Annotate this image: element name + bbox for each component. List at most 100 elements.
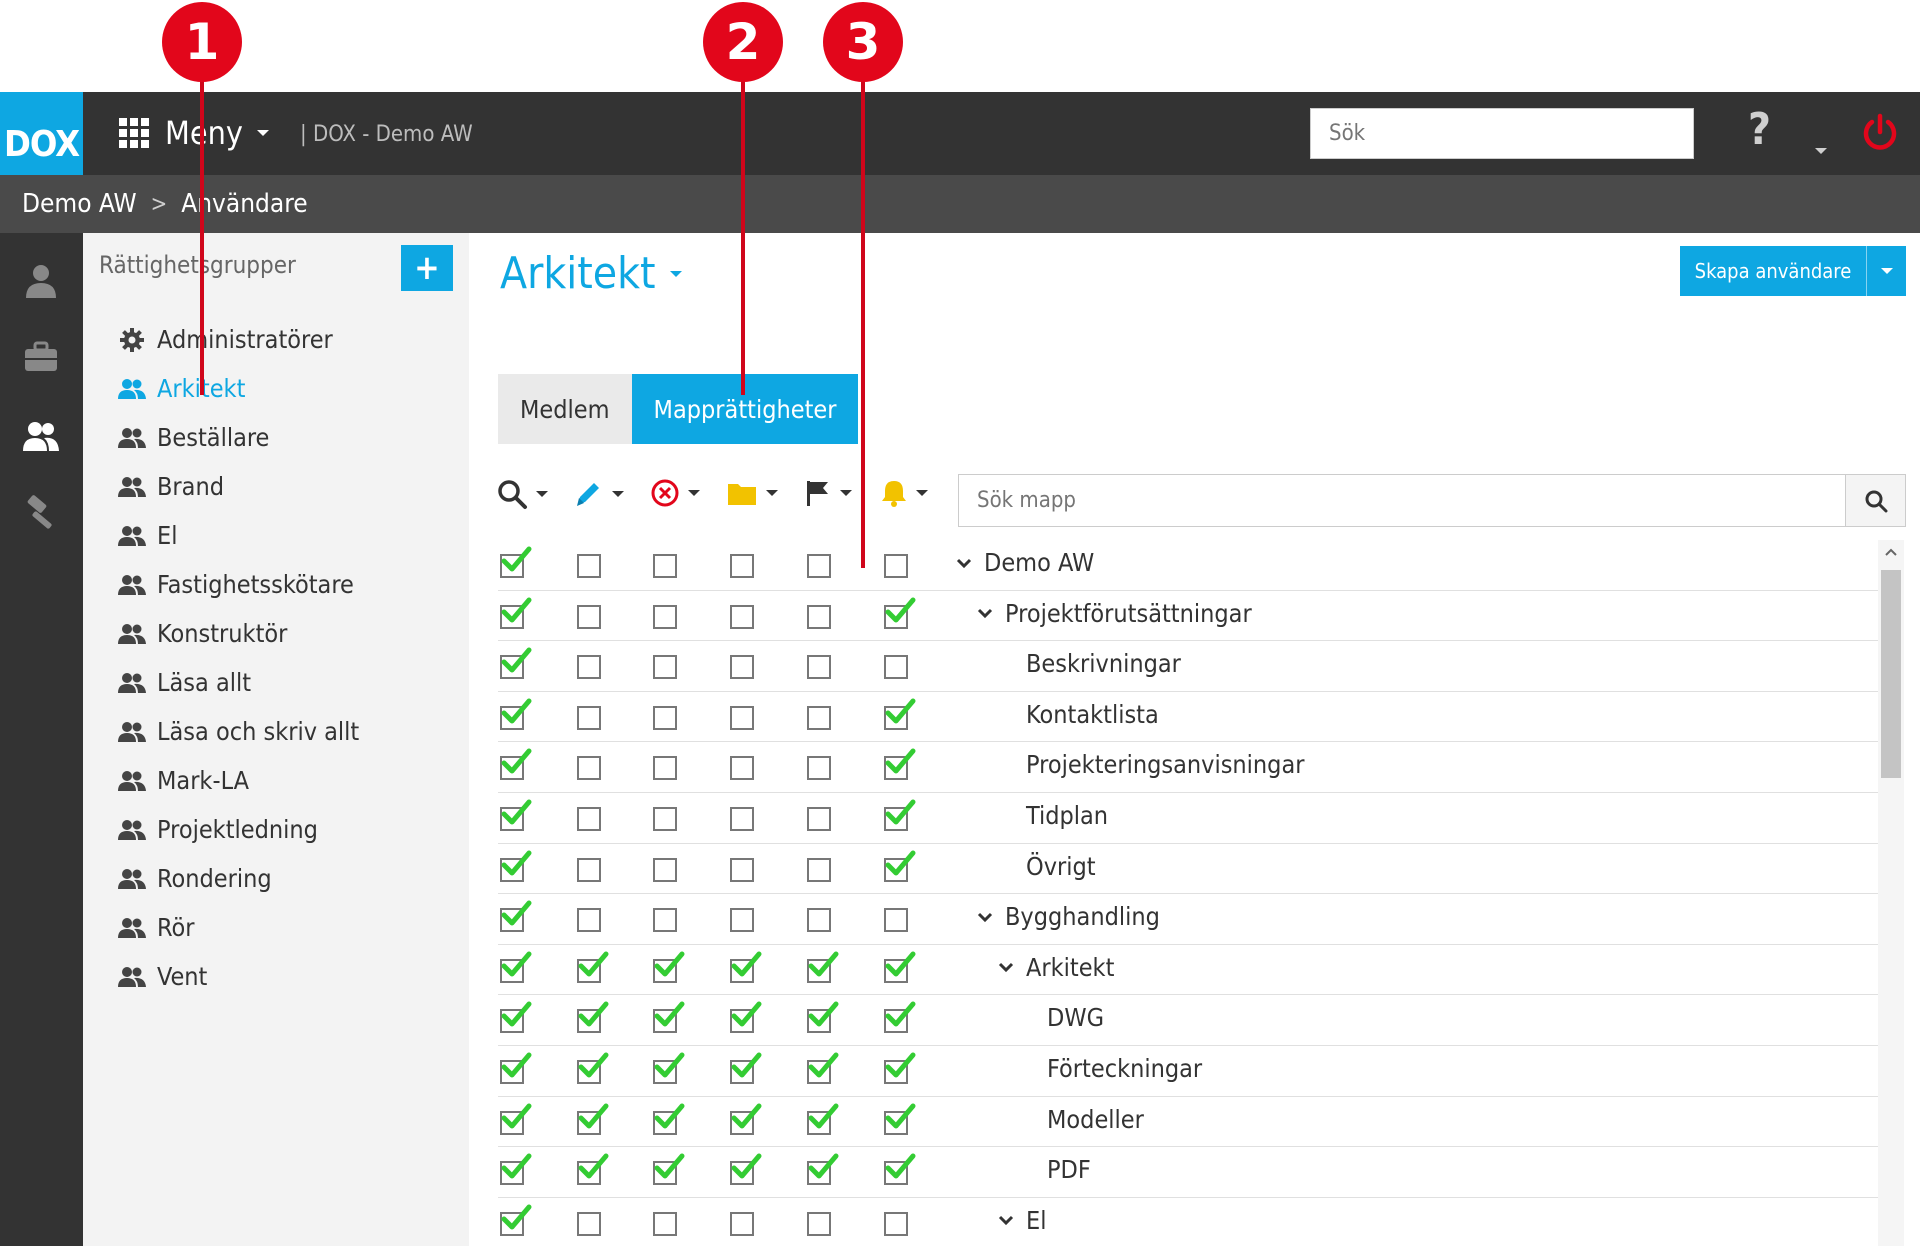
permission-checkbox-delete[interactable]	[653, 806, 677, 831]
group-item[interactable]: Läsa allt	[117, 658, 359, 707]
permission-checkbox-read[interactable]	[500, 850, 532, 882]
permission-checkbox-folder[interactable]	[730, 1153, 762, 1186]
permission-checkbox-delete[interactable]	[653, 705, 677, 730]
permission-checkbox-read[interactable]	[500, 1204, 532, 1236]
permission-checkbox-notify[interactable]	[884, 1103, 916, 1135]
permission-checkbox-flag[interactable]	[807, 655, 831, 680]
permission-checkbox-flag[interactable]	[807, 908, 831, 933]
permission-checkbox-flag[interactable]	[807, 705, 831, 730]
permission-checkbox-notify[interactable]	[884, 908, 908, 933]
folder-label[interactable]: El	[998, 1206, 1046, 1235]
permission-checkbox-flag[interactable]	[807, 1001, 839, 1034]
scroll-thumb[interactable]	[1881, 570, 1901, 778]
permission-checkbox-flag[interactable]	[807, 1103, 839, 1135]
group-item[interactable]: Arkitekt	[117, 364, 359, 413]
global-search-input[interactable]	[1310, 108, 1694, 159]
chevron-down-icon[interactable]	[977, 605, 993, 621]
folder-label[interactable]: Projekteringsanvisningar	[998, 750, 1304, 779]
permission-checkbox-notify[interactable]	[884, 1052, 916, 1084]
dox-logo[interactable]: DOX	[0, 92, 83, 175]
group-item[interactable]: Rör	[117, 903, 359, 952]
permission-checkbox-folder[interactable]	[730, 806, 754, 831]
menu-button[interactable]: Meny	[119, 110, 269, 156]
permission-checkbox-write[interactable]	[577, 1153, 609, 1186]
add-group-button[interactable]: +	[401, 245, 453, 291]
permission-checkbox-notify[interactable]	[884, 1153, 916, 1186]
filter-write[interactable]	[572, 478, 624, 510]
group-item[interactable]: El	[117, 511, 359, 560]
folder-search-input[interactable]	[959, 475, 1845, 526]
create-user-dropdown[interactable]	[1866, 246, 1906, 296]
tab-medlem[interactable]: Medlem	[498, 374, 632, 444]
permission-checkbox-notify[interactable]	[884, 850, 916, 882]
permission-checkbox-write[interactable]	[577, 655, 601, 680]
group-item[interactable]: Konstruktör	[117, 609, 359, 658]
group-item[interactable]: Projektledning	[117, 805, 359, 854]
group-item[interactable]: Rondering	[117, 854, 359, 903]
permission-checkbox-folder[interactable]	[730, 604, 754, 629]
permission-checkbox-write[interactable]	[577, 951, 609, 983]
permission-checkbox-delete[interactable]	[653, 908, 677, 933]
permission-checkbox-delete[interactable]	[653, 1001, 685, 1034]
permission-checkbox-read[interactable]	[500, 748, 532, 781]
permission-checkbox-notify[interactable]	[884, 799, 916, 831]
permission-checkbox-flag[interactable]	[807, 756, 831, 781]
group-item[interactable]: Vent	[117, 952, 359, 1001]
permission-checkbox-delete[interactable]	[653, 951, 685, 983]
filter-folder[interactable]	[726, 478, 778, 508]
permission-checkbox-write[interactable]	[577, 756, 601, 781]
filter-read[interactable]	[496, 478, 548, 510]
folder-label[interactable]: PDF	[1019, 1155, 1091, 1184]
permission-checkbox-write[interactable]	[577, 1103, 609, 1135]
scroll-up-icon[interactable]	[1878, 540, 1904, 564]
group-item[interactable]: Administratörer	[117, 315, 359, 364]
permission-checkbox-delete[interactable]	[653, 1052, 685, 1084]
folder-label[interactable]: Modeller	[1019, 1105, 1144, 1134]
filter-flag[interactable]	[804, 478, 852, 508]
group-item[interactable]: Beställare	[117, 413, 359, 462]
folder-label[interactable]: Projektförutsättningar	[977, 599, 1252, 628]
briefcase-icon[interactable]	[22, 338, 60, 376]
permission-checkbox-write[interactable]	[577, 705, 601, 730]
permission-checkbox-notify[interactable]	[884, 1001, 916, 1034]
folder-label[interactable]: Övrigt	[998, 852, 1096, 881]
permission-checkbox-delete[interactable]	[653, 1103, 685, 1135]
breadcrumb-item-demo-aw[interactable]: Demo AW	[22, 189, 137, 219]
permission-checkbox-read[interactable]	[500, 546, 532, 578]
permission-checkbox-notify[interactable]	[884, 748, 916, 781]
permission-checkbox-read[interactable]	[500, 1001, 532, 1034]
user-icon[interactable]	[22, 262, 60, 300]
chevron-down-icon[interactable]	[977, 909, 993, 925]
permission-checkbox-notify[interactable]	[884, 655, 908, 680]
folder-label[interactable]: Förteckningar	[1019, 1054, 1202, 1083]
permission-checkbox-read[interactable]	[500, 597, 532, 629]
folder-label[interactable]: Beskrivningar	[998, 649, 1181, 678]
create-user-button[interactable]: Skapa användare	[1680, 246, 1906, 296]
permission-checkbox-flag[interactable]	[807, 1153, 839, 1186]
permission-checkbox-read[interactable]	[500, 647, 532, 680]
group-item[interactable]: Läsa och skriv allt	[117, 707, 359, 756]
permission-checkbox-write[interactable]	[577, 554, 601, 578]
permission-checkbox-flag[interactable]	[807, 857, 831, 882]
permission-checkbox-folder[interactable]	[730, 1001, 762, 1034]
permission-checkbox-read[interactable]	[500, 1153, 532, 1186]
permission-checkbox-write[interactable]	[577, 806, 601, 831]
permission-checkbox-notify[interactable]	[884, 1211, 908, 1236]
permission-checkbox-write[interactable]	[577, 908, 601, 933]
chevron-down-icon[interactable]	[998, 1212, 1014, 1228]
permission-checkbox-flag[interactable]	[807, 951, 839, 983]
group-item[interactable]: Mark-LA	[117, 756, 359, 805]
hammer-icon[interactable]	[22, 494, 60, 532]
permission-checkbox-flag[interactable]	[807, 1211, 831, 1236]
permission-checkbox-flag[interactable]	[807, 1052, 839, 1084]
permission-checkbox-write[interactable]	[577, 604, 601, 629]
folder-label[interactable]: Tidplan	[998, 801, 1108, 830]
permission-checkbox-delete[interactable]	[653, 756, 677, 781]
permission-checkbox-notify[interactable]	[884, 554, 908, 578]
help-caret-icon[interactable]	[1815, 148, 1827, 154]
permission-checkbox-delete[interactable]	[653, 554, 677, 578]
permission-checkbox-write[interactable]	[577, 1211, 601, 1236]
users-icon[interactable]	[22, 418, 60, 456]
group-item[interactable]: Fastighetsskötare	[117, 560, 359, 609]
permission-checkbox-delete[interactable]	[653, 1211, 677, 1236]
